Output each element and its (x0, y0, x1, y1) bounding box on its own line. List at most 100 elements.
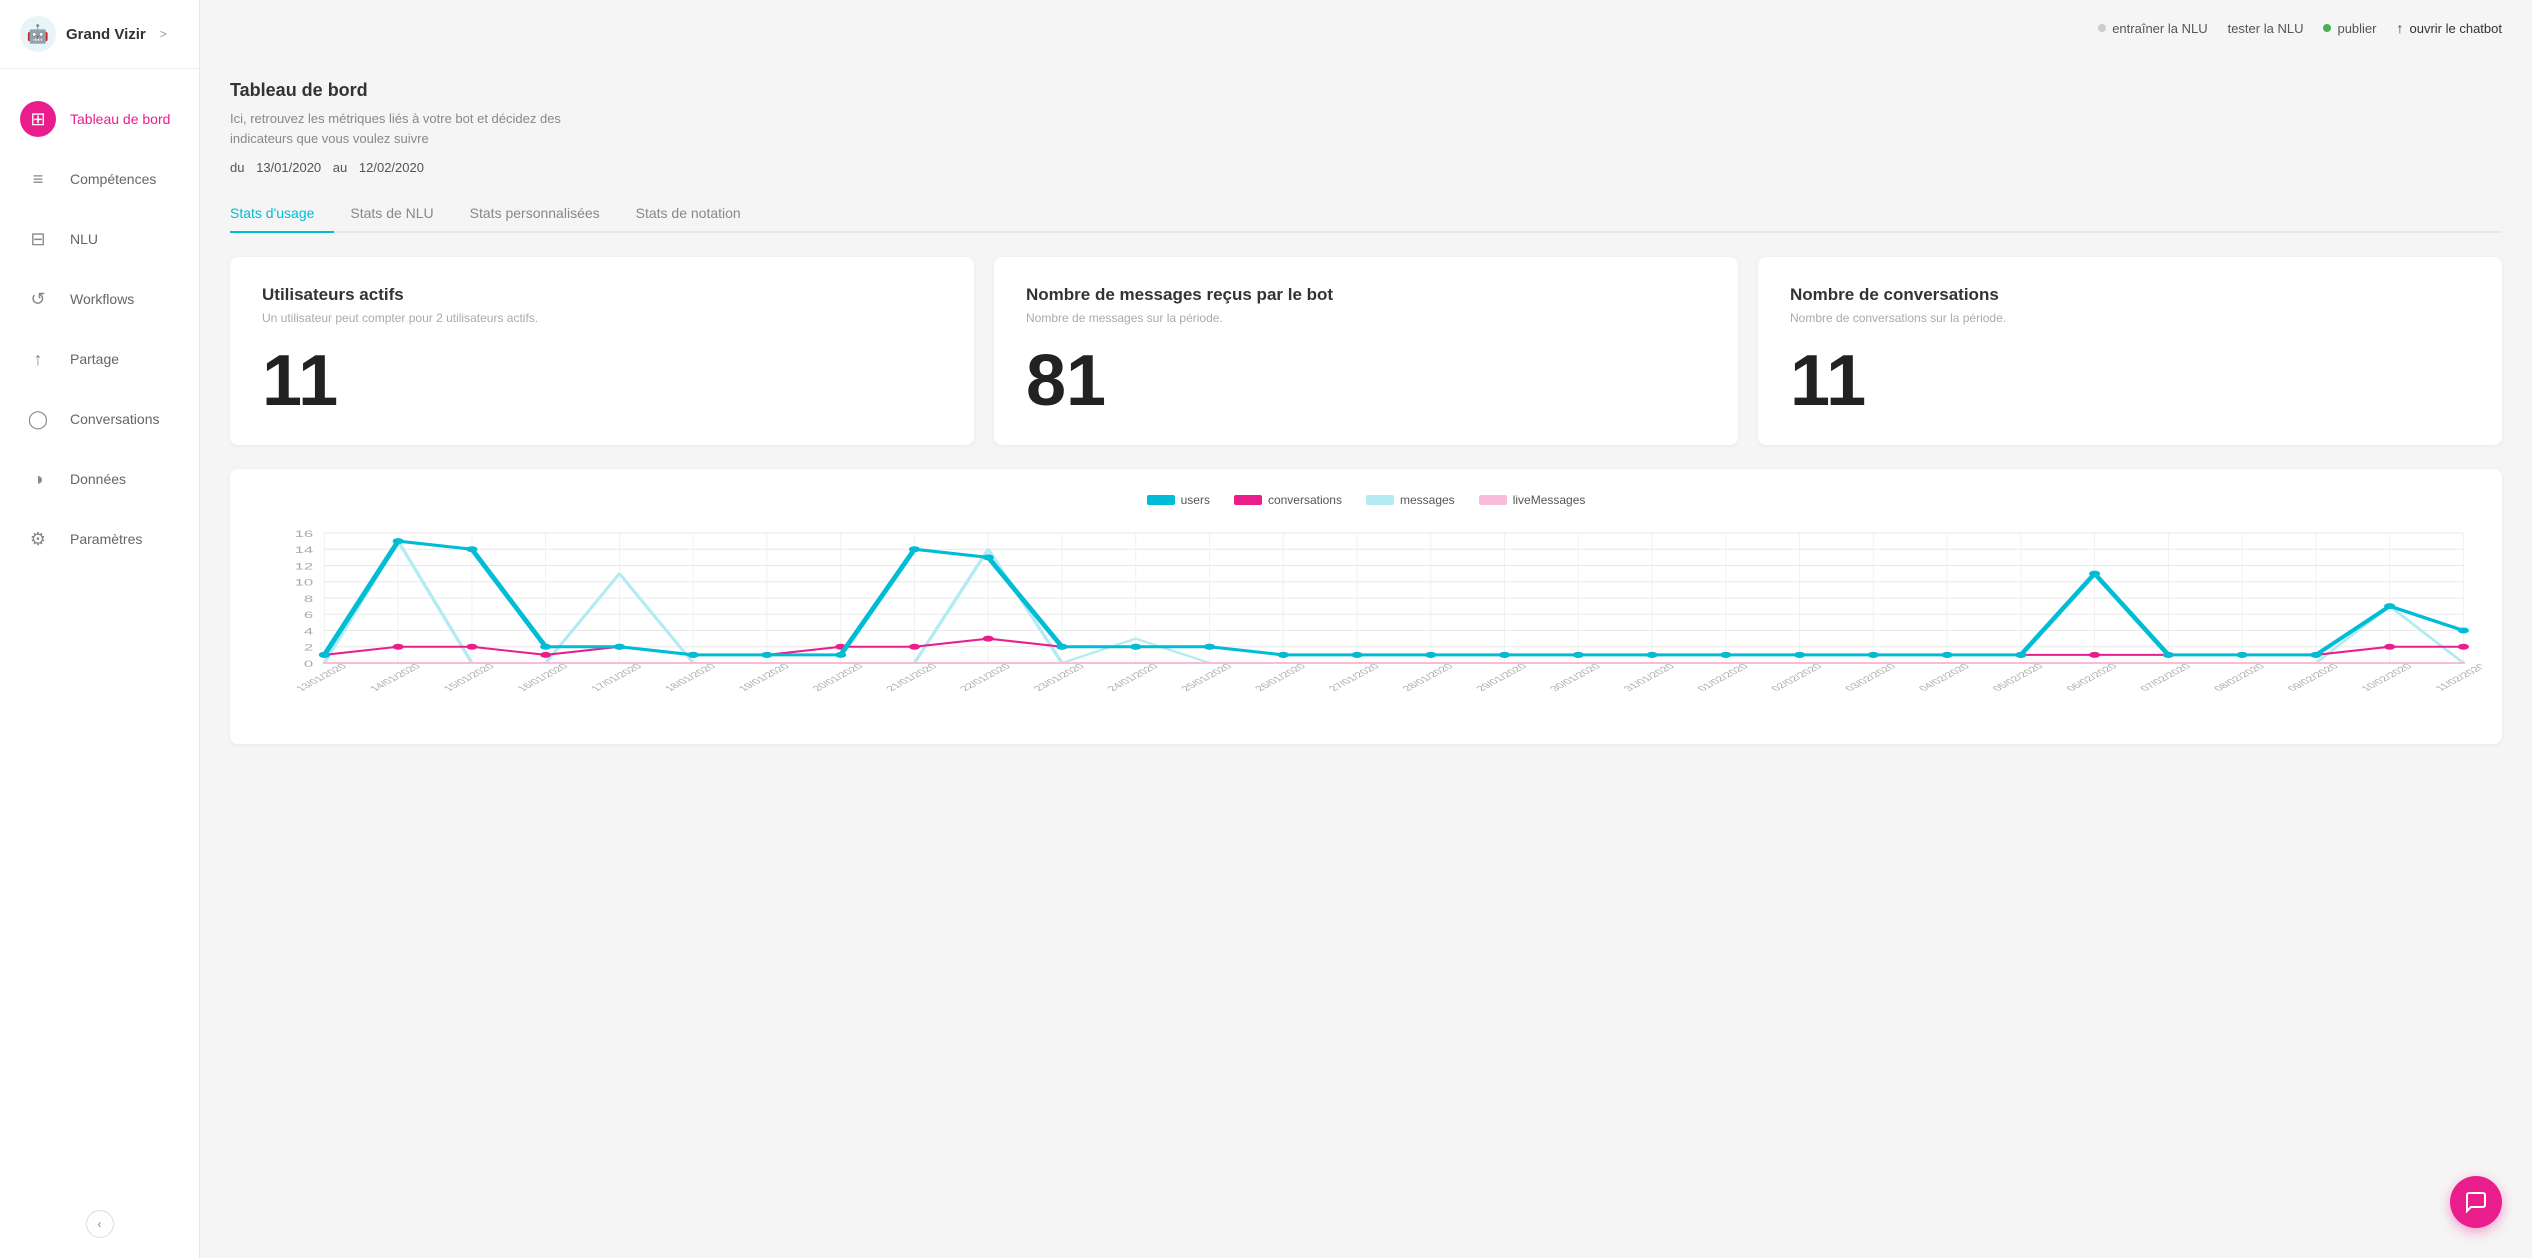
legend-conversations-label: conversations (1268, 493, 1342, 507)
sidebar-nav: ⊞ Tableau de bord ≡ Compétences ⊟ NLU ↺ … (0, 69, 199, 1258)
chart-y-labels: 0246810121416 (295, 529, 314, 669)
legend-users: users (1147, 493, 1210, 507)
chart-svg: 0246810121416 13/01/202014/01/202015/01/… (250, 523, 2482, 723)
chart-legend: users conversations messages liveMessage… (250, 493, 2482, 507)
tab-nlu[interactable]: Stats de NLU (350, 195, 453, 233)
svg-text:2: 2 (304, 643, 313, 653)
svg-text:15/01/2020: 15/01/2020 (442, 663, 498, 693)
svg-text:21/01/2020: 21/01/2020 (884, 663, 940, 693)
legend-live-messages-label: liveMessages (1513, 493, 1586, 507)
chart-x-labels: 13/01/202014/01/202015/01/202016/01/2020… (294, 663, 2482, 693)
sidebar-collapse-button[interactable]: ‹ (86, 1210, 114, 1238)
chart-container: users conversations messages liveMessage… (230, 469, 2502, 744)
stats-cards-row: Utilisateurs actifs Un utilisateur peut … (230, 257, 2502, 445)
competences-icon: ≡ (20, 161, 56, 197)
sidebar-item-donnees[interactable]: ◑ Données (0, 449, 199, 509)
partage-icon: ↑ (20, 341, 56, 377)
chart-lines (319, 538, 2469, 663)
svg-text:09/02/2020: 09/02/2020 (2286, 663, 2342, 693)
svg-text:10/02/2020: 10/02/2020 (2360, 663, 2416, 693)
sidebar-header: 🤖 Grand Vizir > (0, 0, 199, 69)
svg-text:11/02/2020: 11/02/2020 (2434, 663, 2482, 693)
date-range: du 13/01/2020 au 12/02/2020 (230, 160, 2502, 175)
svg-text:29/01/2020: 29/01/2020 (1474, 663, 1530, 693)
svg-text:10: 10 (295, 578, 314, 588)
sidebar-item-label-parametres: Paramètres (70, 531, 142, 547)
stats-tabs: Stats d'usage Stats de NLU Stats personn… (230, 195, 2502, 233)
legend-users-label: users (1181, 493, 1210, 507)
svg-text:04/02/2020: 04/02/2020 (1917, 663, 1973, 693)
legend-users-swatch (1147, 495, 1175, 505)
sidebar-item-label-workflows: Workflows (70, 291, 134, 307)
legend-conversations-swatch (1234, 495, 1262, 505)
stat-card-conversations-desc: Nombre de conversations sur la période. (1790, 311, 2470, 325)
svg-text:08/02/2020: 08/02/2020 (2212, 663, 2268, 693)
stat-card-messages-desc: Nombre de messages sur la période. (1026, 311, 1706, 325)
svg-text:23/01/2020: 23/01/2020 (1032, 663, 1088, 693)
sidebar-item-parametres[interactable]: ⚙ Paramètres (0, 509, 199, 569)
svg-text:26/01/2020: 26/01/2020 (1253, 663, 1309, 693)
sidebar-logo-icon: 🤖 (20, 16, 56, 52)
svg-text:28/01/2020: 28/01/2020 (1401, 663, 1457, 693)
stat-card-active-users-title: Utilisateurs actifs (262, 285, 942, 305)
sidebar-item-label-tableau: Tableau de bord (70, 111, 170, 127)
sidebar-item-partage[interactable]: ↑ Partage (0, 329, 199, 389)
sidebar-title: Grand Vizir (66, 26, 146, 43)
svg-text:16: 16 (295, 529, 314, 539)
tableau-icon: ⊞ (20, 101, 56, 137)
tab-notation[interactable]: Stats de notation (636, 195, 761, 233)
sidebar-item-tableau[interactable]: ⊞ Tableau de bord (0, 89, 199, 149)
sidebar-item-nlu[interactable]: ⊟ NLU (0, 209, 199, 269)
sidebar-item-workflows[interactable]: ↺ Workflows (0, 269, 199, 329)
stat-card-conversations-title: Nombre de conversations (1790, 285, 2470, 305)
chat-fab-button[interactable] (2450, 1176, 2502, 1228)
workflows-icon: ↺ (20, 281, 56, 317)
chart-svg-wrapper: 0246810121416 13/01/202014/01/202015/01/… (250, 523, 2482, 728)
page-description: Ici, retrouvez les métriques liés à votr… (230, 109, 610, 148)
sidebar-item-conversations[interactable]: ◯ Conversations (0, 389, 199, 449)
sidebar-item-label-nlu: NLU (70, 231, 98, 247)
stat-card-messages-title: Nombre de messages reçus par le bot (1026, 285, 1706, 305)
svg-text:14/01/2020: 14/01/2020 (368, 663, 424, 693)
svg-text:30/01/2020: 30/01/2020 (1548, 663, 1604, 693)
sidebar-chevron-icon: > (160, 27, 167, 41)
svg-text:14: 14 (295, 545, 314, 555)
sidebar-item-competences[interactable]: ≡ Compétences (0, 149, 199, 209)
nlu-icon: ⊟ (20, 221, 56, 257)
date-from-label: du (230, 160, 244, 175)
date-to: 12/02/2020 (359, 160, 424, 175)
svg-text:8: 8 (304, 594, 313, 604)
svg-text:01/02/2020: 01/02/2020 (1696, 663, 1752, 693)
donnees-icon: ◑ (20, 461, 56, 497)
svg-text:27/01/2020: 27/01/2020 (1327, 663, 1383, 693)
svg-text:18/01/2020: 18/01/2020 (663, 663, 719, 693)
sidebar-item-label-partage: Partage (70, 351, 119, 367)
date-from: 13/01/2020 (256, 160, 321, 175)
legend-messages-swatch (1366, 495, 1394, 505)
legend-live-messages-swatch (1479, 495, 1507, 505)
stat-card-active-users: Utilisateurs actifs Un utilisateur peut … (230, 257, 974, 445)
tab-usage[interactable]: Stats d'usage (230, 195, 334, 233)
legend-live-messages: liveMessages (1479, 493, 1586, 507)
stat-card-active-users-value: 11 (262, 345, 942, 417)
legend-messages-label: messages (1400, 493, 1455, 507)
sidebar-item-label-donnees: Données (70, 471, 126, 487)
svg-text:6: 6 (304, 610, 313, 620)
stat-card-messages: Nombre de messages reçus par le bot Nomb… (994, 257, 1738, 445)
sidebar-item-label-conversations: Conversations (70, 411, 160, 427)
stat-card-conversations-value: 11 (1790, 345, 2470, 417)
stat-card-conversations: Nombre de conversations Nombre de conver… (1758, 257, 2502, 445)
svg-text:12: 12 (295, 561, 314, 571)
svg-text:05/02/2020: 05/02/2020 (1991, 663, 2047, 693)
page-title: Tableau de bord (230, 80, 2502, 101)
page-header: Tableau de bord Ici, retrouvez les métri… (230, 30, 2502, 175)
parametres-icon: ⚙ (20, 521, 56, 557)
chat-fab-icon (2464, 1190, 2488, 1214)
svg-text:07/02/2020: 07/02/2020 (2138, 663, 2194, 693)
svg-text:13/01/2020: 13/01/2020 (294, 663, 350, 693)
svg-text:06/02/2020: 06/02/2020 (2065, 663, 2121, 693)
tab-custom[interactable]: Stats personnalisées (470, 195, 620, 233)
sidebar-item-label-competences: Compétences (70, 171, 156, 187)
svg-text:02/02/2020: 02/02/2020 (1770, 663, 1826, 693)
svg-text:24/01/2020: 24/01/2020 (1106, 663, 1162, 693)
